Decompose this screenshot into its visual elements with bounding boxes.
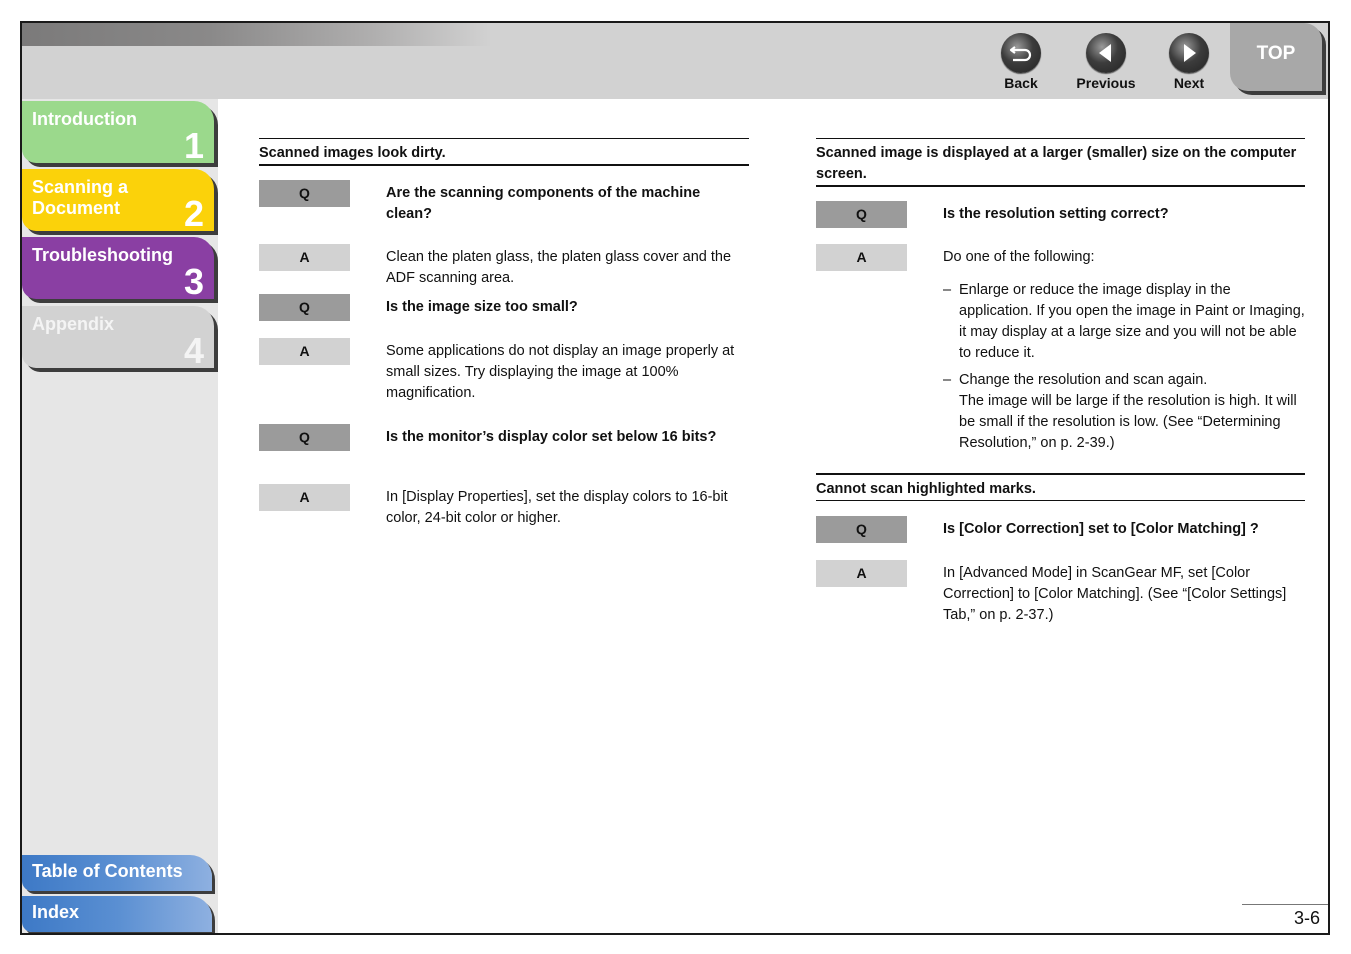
triangle-right-icon [1169, 33, 1209, 73]
answer-row: A In [Advanced Mode] in ScanGear MF, set… [816, 560, 1305, 626]
section-heading: Cannot scan highlighted marks. [816, 473, 1305, 501]
q-tag: Q [816, 201, 907, 228]
question-text: Is the monitor’s display color set below… [386, 429, 717, 445]
index-label: Index [32, 902, 80, 922]
chapter-title-line1: Scanning a [32, 177, 129, 197]
answer-text: In [Advanced Mode] in ScanGear MF, set [… [943, 565, 1287, 623]
answer-row: A Do one of the following: [816, 244, 1305, 272]
chapter-title-line2: Document [32, 198, 121, 218]
answer-text: Clean the platen glass, the platen glass… [386, 249, 732, 286]
a-tag: A [259, 244, 350, 271]
q-tag: Q [259, 294, 350, 321]
question-text: Is the resolution setting correct? [943, 206, 1169, 222]
question-row: Q Are the scanning components of the mac… [259, 180, 749, 225]
answer-text: Some applications do not display an imag… [386, 343, 735, 401]
answer-row: A In [Display Properties], set the displ… [259, 484, 749, 529]
chapter-title: Appendix [32, 314, 115, 334]
a-tag: A [259, 484, 350, 511]
answer-text: Do one of the following: [943, 249, 1095, 265]
a-tag: A [259, 338, 350, 365]
back-label: Back [1004, 75, 1038, 91]
bullet-text: Enlarge or reduce the image display in t… [959, 282, 1305, 361]
chapter-number: 1 [183, 125, 204, 166]
bullet-subtext: The image will be large if the resolutio… [959, 393, 1297, 451]
question-text: Are the scanning components of the machi… [386, 185, 701, 222]
q-tag: Q [816, 516, 907, 543]
a-tag: A [816, 560, 907, 587]
page-number-rule [1242, 904, 1328, 905]
header-gradient-strip [22, 23, 492, 46]
next-button[interactable]: Next [1154, 33, 1224, 91]
answer-text: In [Display Properties], set the display… [386, 489, 728, 526]
q-tag: Q [259, 180, 350, 207]
chapter-tab-appendix[interactable]: Appendix 4 [22, 306, 214, 371]
back-button[interactable]: Back [986, 33, 1056, 91]
chapter-number: 3 [183, 261, 204, 302]
question-row: Q Is [Color Correction] set to [Color Ma… [816, 516, 1305, 544]
bullet-dash: – [943, 282, 952, 298]
table-of-contents-label: Table of Contents [32, 861, 183, 881]
question-row: Q Is the image size too small? [259, 294, 749, 322]
bullet-dash: – [943, 372, 952, 388]
sidebar: Introduction 1 Scanning a Document 2 Tro… [22, 99, 218, 933]
chapter-title: Scanning a Document [32, 177, 128, 219]
triangle-left-icon [1086, 33, 1126, 73]
index-button[interactable]: Index [22, 896, 212, 932]
question-text: Is the image size too small? [386, 299, 578, 315]
left-column: Scanned images look dirty. Q Are the sca… [259, 138, 749, 529]
bullet-text: Change the resolution and scan again. [959, 372, 1208, 388]
a-tag: A [816, 244, 907, 271]
chapter-number: 2 [183, 193, 204, 234]
chapter-title: Introduction [32, 109, 137, 129]
back-arrow-icon [1001, 33, 1041, 73]
previous-label: Previous [1076, 75, 1136, 91]
q-tag: Q [259, 424, 350, 451]
chapter-tab-troubleshooting[interactable]: Troubleshooting 3 [22, 237, 214, 302]
top-button[interactable]: TOP [1230, 23, 1322, 91]
bullet-item: – Change the resolution and scan again. … [943, 370, 1305, 454]
chapter-number: 4 [183, 330, 204, 371]
question-row: Q Is the monitor’s display color set bel… [259, 424, 749, 452]
chapter-tab-scanning-a-document[interactable]: Scanning a Document 2 [22, 169, 214, 234]
right-column: Scanned image is displayed at a larger (… [816, 138, 1305, 626]
page-number: 3-6 [1293, 908, 1320, 928]
next-label: Next [1173, 75, 1205, 91]
question-text: Is [Color Correction] set to [Color Matc… [943, 521, 1259, 537]
section-heading: Scanned images look dirty. [259, 138, 749, 166]
bullet-body: Change the resolution and scan again. Th… [959, 370, 1305, 454]
top-label: TOP [1256, 43, 1296, 64]
chapter-title: Troubleshooting [32, 245, 173, 265]
bullet-item: – Enlarge or reduce the image display in… [943, 280, 1305, 364]
table-of-contents-button[interactable]: Table of Contents [22, 855, 212, 891]
manual-page: Back Previous Next TOP Introduction 1 Sc… [20, 21, 1330, 935]
question-row: Q Is the resolution setting correct? [816, 201, 1305, 229]
chapter-tab-introduction[interactable]: Introduction 1 [22, 101, 214, 166]
section-heading: Scanned image is displayed at a larger (… [816, 138, 1305, 187]
answer-row: A Clean the platen glass, the platen gla… [259, 244, 749, 289]
previous-button[interactable]: Previous [1071, 33, 1141, 91]
header-bar: Back Previous Next TOP [22, 23, 1328, 99]
answer-row: A Some applications do not display an im… [259, 338, 749, 404]
